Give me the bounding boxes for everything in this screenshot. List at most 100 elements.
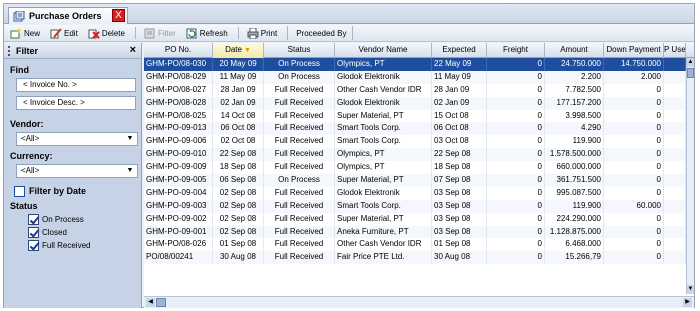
table-row[interactable]: GHM-PO/08-025 14 Oct 08 Full Received Super… [144,109,686,123]
down-payment-cell: 0 [604,135,664,149]
p-use-cell [664,199,686,213]
expected-cell: 02 Jan 09 [432,96,487,110]
vendor-name-cell: Aneka Furniture, PT [335,225,432,239]
print-button[interactable]: Print [247,26,277,40]
down-payment-cell: 14.750.000 [604,58,664,71]
amount-cell: 660.000.000 [545,161,604,175]
date-cell: 18 Sep 08 [213,161,264,175]
vertical-scrollbar[interactable]: ▲ ▼ [686,58,694,294]
table-row[interactable]: GHM-PO-09-005 06 Sep 08 On Process Super Ma… [144,174,686,187]
freight-cell: 0 [487,122,545,136]
column-header-date[interactable]: Date ▼ [213,43,264,58]
amount-cell: 2.200 [545,70,604,84]
table-row[interactable]: GHM-PO-09-001 02 Sep 08 Full Received Aneka… [144,225,686,239]
column-header-freight[interactable]: Freight [487,43,545,58]
down-payment-cell: 0 [604,122,664,136]
horizontal-scrollbar[interactable]: ◀ ▶ [144,296,694,308]
horizontal-scroll-thumb[interactable] [156,298,166,307]
column-header-label: Amount [560,45,588,54]
expected-cell: 11 May 09 [432,70,487,84]
freight-cell: 0 [487,251,545,265]
status-cell: On Process [264,174,335,187]
table-row[interactable]: GHM-PO-09-010 22 Sep 08 Full Received Olymp… [144,148,686,162]
status-cell: Full Received [264,96,335,110]
table-row[interactable]: GHM-PO/08-027 28 Jan 09 Full Received Other… [144,83,686,97]
column-header-down-payment[interactable]: Down Payment [604,43,664,58]
delete-button[interactable]: Delete [88,26,125,40]
freight-cell: 0 [487,225,545,239]
p-use-cell [664,83,686,97]
table-row[interactable]: GHM-PO-09-004 02 Sep 08 Full Received Glodo… [144,186,686,200]
scroll-left-icon[interactable]: ◀ [146,298,155,307]
vendor-name-cell: Smart Tools Corp. [335,122,432,136]
drag-grip-icon[interactable] [8,45,10,56]
tab-purchase-orders[interactable]: Purchase Orders X [8,7,128,24]
table-row[interactable]: GHM-PO-09-013 06 Oct 08 Full Received Smart… [144,122,686,136]
po-no-cell: GHM-PO/08-026 [144,238,213,252]
freight-cell: 0 [487,212,545,226]
refresh-button[interactable]: Refresh [186,26,228,40]
tab-title: Purchase Orders [29,11,102,21]
down-payment-cell: 0 [604,225,664,239]
filter-by-date-toggle[interactable]: Filter by Date [14,184,141,198]
scroll-right-icon[interactable]: ▶ [683,298,692,307]
currency-select[interactable]: <All> ▼ [16,164,138,178]
invoice-no-input[interactable]: < Invoice No. > [16,78,136,92]
column-header-vendor-name[interactable]: Vendor Name [335,43,432,58]
table-row[interactable]: GHM-PO/08-026 01 Sep 08 Full Received Other… [144,238,686,252]
status-cell: Full Received [264,199,335,213]
edit-button[interactable]: Edit [50,26,78,40]
vendor-name-cell: Super Material, PT [335,109,432,123]
dropdown-arrow-icon[interactable]: ▼ [124,133,136,145]
on-process-checkbox[interactable] [28,214,39,225]
column-header-po-no[interactable]: PO No. [144,43,213,58]
po-no-cell: GHM-PO-09-006 [144,135,213,149]
filter-close-button[interactable]: × [130,44,136,56]
freight-cell: 0 [487,96,545,110]
column-header-expected[interactable]: Expected [432,43,487,58]
down-payment-cell: 0 [604,174,664,187]
status-closed[interactable]: Closed [28,226,141,239]
refresh-icon [186,28,198,39]
column-header-amount[interactable]: Amount [545,43,604,58]
vertical-scroll-thumb[interactable] [687,68,694,78]
freight-cell: 0 [487,83,545,97]
vendor-name-cell: Smart Tools Corp. [335,135,432,149]
scroll-down-icon[interactable]: ▼ [687,285,694,294]
expected-cell: 01 Sep 08 [432,238,487,252]
column-header-status[interactable]: Status [264,43,335,58]
down-payment-cell: 0 [604,186,664,200]
table-row[interactable]: GHM-PO-09-006 02 Oct 08 Full Received Smart… [144,135,686,149]
invoice-desc-input[interactable]: < Invoice Desc. > [16,96,136,110]
status-cell: Full Received [264,109,335,123]
status-on-process[interactable]: On Process [28,213,141,226]
p-use-cell [664,251,686,265]
vendor-name-cell: Olympics, PT [335,58,432,71]
closed-checkbox[interactable] [28,227,39,238]
tab-close-button[interactable]: X [112,9,125,22]
expected-cell: 06 Oct 08 [432,122,487,136]
table-row[interactable]: GHM-PO-09-002 02 Sep 08 Full Received Super… [144,212,686,226]
full-received-checkbox[interactable] [28,240,39,251]
table-row[interactable]: GHM-PO/08-028 02 Jan 09 Full Received Glodo… [144,96,686,110]
table-row[interactable]: GHM-PO/08-030 20 May 09 On Process Olympics… [144,58,686,71]
status-full-received[interactable]: Full Received [28,239,141,252]
vendor-select[interactable]: <All> ▼ [16,132,138,146]
table-row[interactable]: GHM-PO-09-009 18 Sep 08 Full Received Olymp… [144,161,686,175]
amount-cell: 24.750.000 [545,58,604,71]
date-cell: 06 Oct 08 [213,122,264,136]
filter-button[interactable]: Filter [144,26,176,40]
p-use-cell [664,96,686,110]
table-row[interactable]: PO/08/00241 30 Aug 08 Full Received Fair Pr… [144,251,686,265]
grid-rows: GHM-PO/08-030 20 May 09 On Process Olympics… [144,58,686,265]
dropdown-arrow-icon[interactable]: ▼ [124,165,136,177]
proceeded-by-button[interactable]: Proceeded By [287,26,354,40]
date-cell: 30 Aug 08 [213,251,264,265]
table-row[interactable]: GHM-PO-09-003 02 Sep 08 Full Received Smart… [144,199,686,213]
filter-by-date-checkbox[interactable] [14,185,25,197]
table-row[interactable]: GHM-PO/08-029 11 May 09 On Process Glodok E… [144,70,686,84]
new-button[interactable]: New [10,26,40,40]
scroll-up-icon[interactable]: ▲ [687,58,694,67]
vendor-name-cell: Super Material, PT [335,174,432,187]
column-header-p-use[interactable]: P Use [664,43,686,58]
